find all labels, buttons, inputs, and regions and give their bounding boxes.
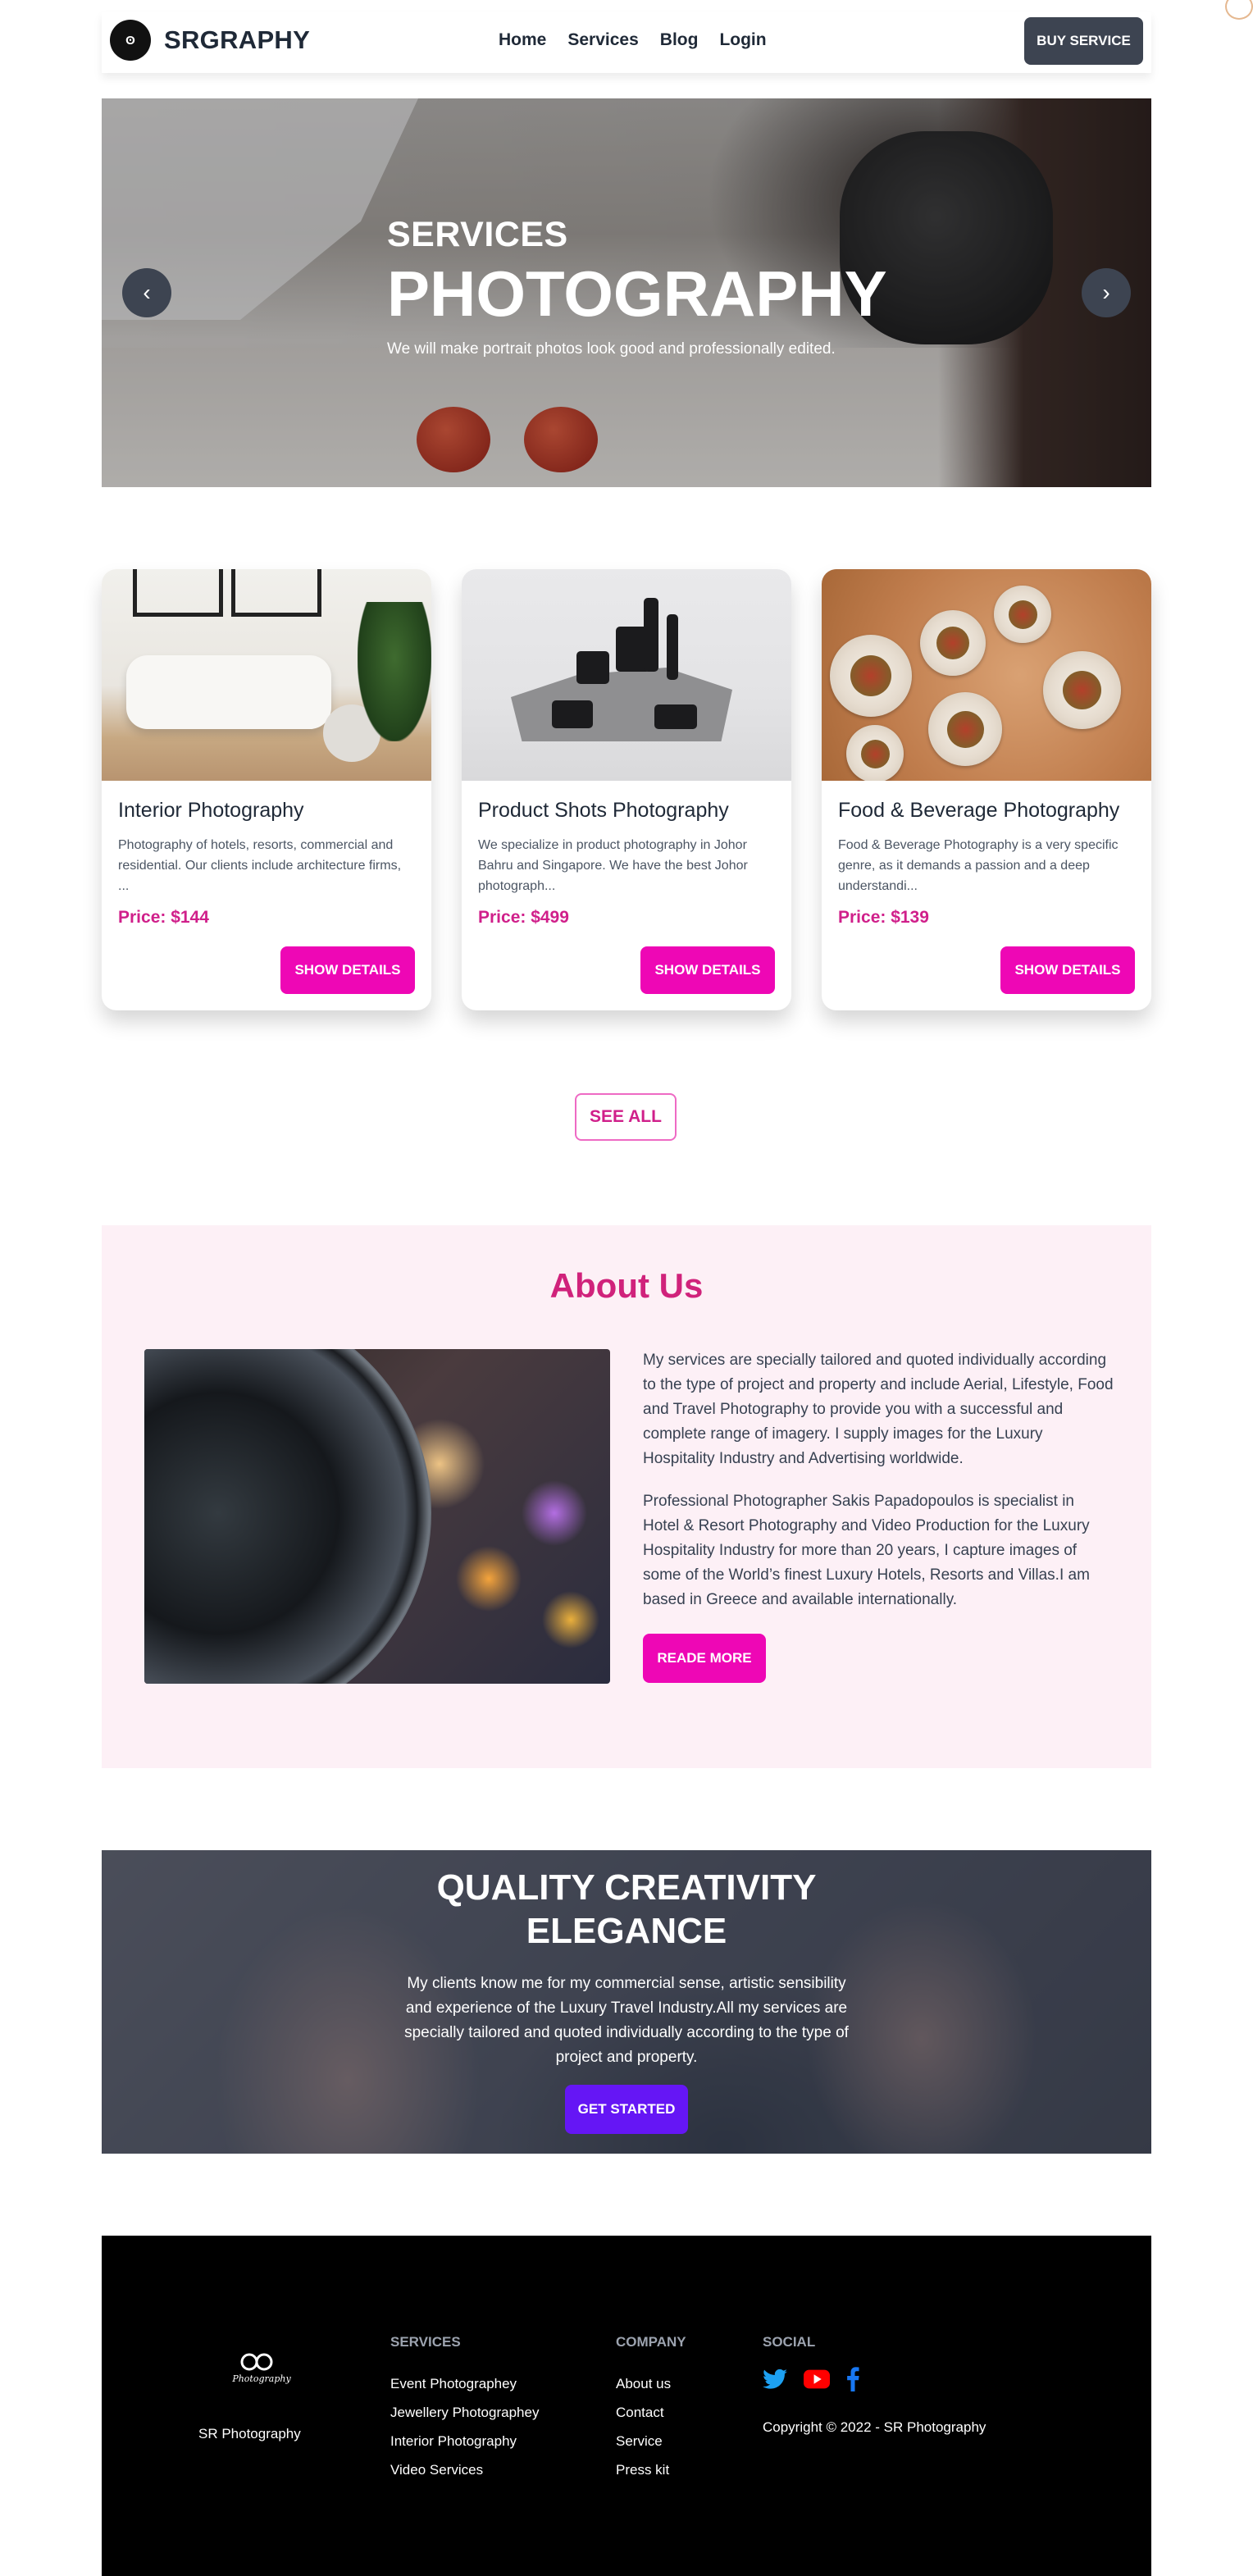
- food-plate: [928, 692, 1002, 766]
- footer-heading: SERVICES: [390, 2334, 461, 2350]
- food-plate: [1043, 651, 1121, 729]
- food-photo-image: [822, 569, 1151, 781]
- facebook-icon[interactable]: [846, 2367, 859, 2391]
- navbar: ʘ SRGRAPHY Home Services Blog Login BUY …: [102, 12, 1151, 73]
- food-plate: [830, 635, 912, 717]
- hero-description: We will make portrait photos look good a…: [387, 340, 836, 358]
- food-plate: [920, 610, 986, 676]
- show-details-button[interactable]: SHOW DETAILS: [640, 946, 775, 994]
- footer-link[interactable]: Video Services: [390, 2455, 539, 2484]
- hero-text: SERVICES PHOTOGRAPHY We will make portra…: [387, 215, 887, 358]
- see-all-button[interactable]: SEE ALL: [575, 1093, 677, 1141]
- product-photo-image: [462, 569, 791, 781]
- floating-extension-icon[interactable]: [1225, 0, 1253, 20]
- footer-logo-icon: Photography: [231, 2353, 291, 2384]
- services-grid: Interior Photography Photography of hote…: [102, 569, 1151, 1012]
- get-started-button[interactable]: GET STARTED: [565, 2084, 688, 2134]
- quality-banner: QUALITY CREATIVITY ELEGANCE My clients k…: [102, 1850, 1151, 2154]
- footer-link[interactable]: Interior Photography: [390, 2427, 539, 2455]
- about-text: My services are specially tailored and q…: [643, 1348, 1114, 1612]
- brand[interactable]: ʘ SRGRAPHY: [110, 20, 310, 61]
- brand-logo[interactable]: ʘ: [110, 20, 151, 61]
- stone-display: [511, 668, 732, 741]
- about-title: About Us: [549, 1266, 704, 1305]
- footer-heading: COMPANY: [616, 2334, 686, 2350]
- twitter-icon[interactable]: [763, 2369, 787, 2390]
- hero-title: PHOTOGRAPHY: [387, 258, 887, 330]
- product-jar: [654, 704, 697, 729]
- wall-frame: [133, 569, 223, 617]
- slider-prev-button[interactable]: ‹: [122, 268, 171, 317]
- footer-services: SERVICES Event Photographey Jewellery Ph…: [390, 2334, 539, 2484]
- food-plate: [846, 725, 904, 781]
- service-card: Product Shots Photography We specialize …: [462, 569, 791, 1010]
- product-bottle: [667, 614, 678, 680]
- service-card: Food & Beverage Photography Food & Bever…: [822, 569, 1151, 1010]
- card-title: Food & Beverage Photography: [838, 799, 1120, 822]
- hero-slider: SERVICES PHOTOGRAPHY We will make portra…: [102, 98, 1151, 487]
- quality-title-line: QUALITY CREATIVITY: [436, 1867, 817, 1908]
- menu-home[interactable]: Home: [499, 30, 546, 50]
- footer-link[interactable]: Press kit: [616, 2455, 686, 2484]
- card-title: Interior Photography: [118, 799, 304, 822]
- read-more-button[interactable]: READE MORE: [643, 1634, 766, 1683]
- card-price: Price: $144: [118, 908, 209, 927]
- brand-name[interactable]: SRGRAPHY: [164, 25, 310, 55]
- product-jar: [576, 651, 609, 684]
- footer-link[interactable]: Jewellery Photographey: [390, 2398, 539, 2427]
- card-title: Product Shots Photography: [478, 799, 729, 822]
- footer-heading: SOCIAL: [763, 2334, 816, 2350]
- buy-service-button[interactable]: BUY SERVICE: [1024, 17, 1143, 65]
- card-description: Food & Beverage Photography is a very sp…: [838, 838, 1119, 893]
- about-section: About Us My services are specially tailo…: [102, 1225, 1151, 1768]
- about-paragraph: My services are specially tailored and q…: [643, 1352, 1114, 1468]
- main-menu: Home Services Blog Login: [499, 30, 788, 50]
- card-description: Photography of hotels, resorts, commerci…: [118, 838, 402, 893]
- wall-frame: [231, 569, 321, 617]
- menu-services[interactable]: Services: [567, 30, 638, 50]
- footer-link[interactable]: Event Photographey: [390, 2369, 539, 2398]
- copyright-text: Copyright © 2022 - SR Photography: [763, 2419, 986, 2435]
- menu-login[interactable]: Login: [719, 30, 766, 50]
- quality-title-line: ELEGANCE: [526, 1910, 727, 1951]
- product-bottle: [644, 598, 658, 672]
- footer-link[interactable]: Service: [616, 2427, 686, 2455]
- footer-brand: SR Photography: [198, 2426, 301, 2442]
- hero-subtitle: SERVICES: [387, 215, 568, 254]
- service-card: Interior Photography Photography of hote…: [102, 569, 431, 1010]
- quality-title: QUALITY CREATIVITY ELEGANCE: [102, 1867, 1151, 1954]
- chevron-left-icon: ‹: [143, 280, 151, 305]
- product-jar: [552, 700, 593, 728]
- card-price: Price: $139: [838, 908, 929, 927]
- food-plate: [994, 586, 1051, 643]
- footer-link[interactable]: About us: [616, 2369, 686, 2398]
- show-details-button[interactable]: SHOW DETAILS: [1000, 946, 1135, 994]
- chevron-right-icon: ›: [1102, 280, 1110, 305]
- youtube-icon[interactable]: [804, 2369, 830, 2389]
- interior-photo-image: [102, 569, 431, 781]
- slider-next-button[interactable]: ›: [1082, 268, 1131, 317]
- footer-company: COMPANY About us Contact Service Press k…: [616, 2334, 686, 2484]
- card-description: We specialize in product photography in …: [478, 838, 748, 893]
- menu-blog[interactable]: Blog: [660, 30, 699, 50]
- footer-social: SOCIAL Copyright © 2022 - SR Photography: [763, 2334, 986, 2436]
- show-details-button[interactable]: SHOW DETAILS: [280, 946, 415, 994]
- lens-shape: [144, 1349, 431, 1684]
- plant: [358, 602, 431, 741]
- card-price: Price: $499: [478, 908, 569, 927]
- quality-description: My clients know me for my commercial sen…: [404, 1974, 849, 2066]
- camera-lens-image: [144, 1349, 610, 1684]
- sofa: [126, 655, 331, 729]
- svg-text:Photography: Photography: [231, 2373, 291, 2384]
- footer-link[interactable]: Contact: [616, 2398, 686, 2427]
- footer: Photography SR Photography SERVICES Even…: [102, 2236, 1151, 2576]
- about-paragraph: Professional Photographer Sakis Papadopo…: [643, 1493, 1090, 1609]
